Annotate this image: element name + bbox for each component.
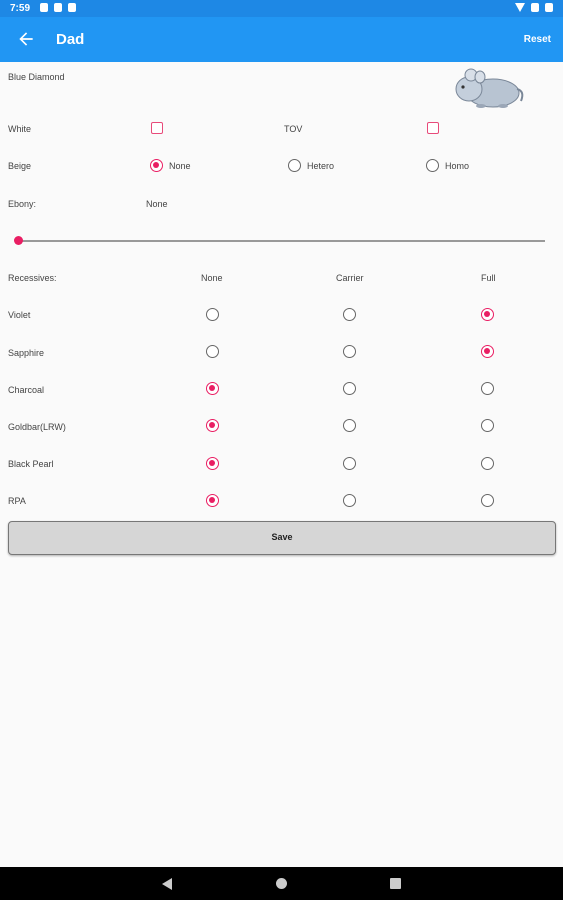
app-bar: Dad Reset (0, 17, 563, 62)
column-none: None (201, 273, 223, 283)
column-carrier: Carrier (336, 273, 364, 283)
row-label-violet: Violet (8, 310, 31, 320)
violet-none-radio[interactable] (206, 308, 219, 321)
reset-button[interactable]: Reset (524, 34, 551, 45)
page-title: Dad (56, 31, 85, 48)
black-pearl-full-radio[interactable] (481, 457, 494, 470)
beige-none-label: None (169, 161, 191, 171)
ebony-label: Ebony: (8, 199, 37, 209)
goldbar-none-radio[interactable] (206, 419, 219, 432)
white-checkbox[interactable] (151, 122, 163, 134)
signal-icon (531, 3, 539, 12)
ebony-value: None (146, 199, 168, 209)
violet-carrier-radio[interactable] (343, 308, 356, 321)
beige-homo-radio[interactable] (426, 159, 439, 172)
nav-home-icon[interactable] (276, 878, 287, 889)
color-label: Blue Diamond (8, 72, 65, 82)
charcoal-none-radio[interactable] (206, 382, 219, 395)
nav-recent-apps-icon[interactable] (390, 878, 401, 889)
recessives-label: Recessives: (8, 273, 57, 283)
column-full: Full (481, 273, 496, 283)
wifi-icon (515, 3, 525, 12)
beige-homo-label: Homo (445, 161, 470, 171)
status-time: 7:59 (10, 3, 31, 14)
row-label-goldbar: Goldbar(LRW) (8, 422, 66, 432)
charcoal-full-radio[interactable] (481, 382, 494, 395)
row-label-black-pearl: Black Pearl (8, 459, 54, 469)
black-pearl-carrier-radio[interactable] (343, 457, 356, 470)
tov-label: TOV (284, 124, 303, 134)
back-arrow-icon[interactable] (16, 29, 36, 49)
sapphire-none-radio[interactable] (206, 345, 219, 358)
row-label-sapphire: Sapphire (8, 348, 45, 358)
ebony-slider-thumb[interactable] (14, 236, 23, 245)
status-bar: 7:59 (0, 0, 563, 17)
beige-hetero-label: Hetero (307, 161, 335, 171)
white-label: White (8, 124, 32, 134)
ebony-slider-track[interactable] (18, 240, 545, 242)
rpa-none-radio[interactable] (206, 494, 219, 507)
system-nav-bar (0, 867, 563, 900)
notification-status-icon (54, 3, 62, 12)
sapphire-carrier-radio[interactable] (343, 345, 356, 358)
beige-none-radio[interactable] (150, 159, 163, 172)
beige-label: Beige (8, 161, 32, 171)
row-label-charcoal: Charcoal (8, 385, 45, 395)
tov-checkbox[interactable] (427, 122, 439, 134)
black-pearl-none-radio[interactable] (206, 457, 219, 470)
violet-full-radio[interactable] (481, 308, 494, 321)
goldbar-carrier-radio[interactable] (343, 419, 356, 432)
rpa-carrier-radio[interactable] (343, 494, 356, 507)
settings-status-icon (40, 3, 48, 12)
chinchilla-icon (455, 68, 524, 108)
save-button[interactable]: Save (8, 521, 556, 555)
sapphire-full-radio[interactable] (481, 345, 494, 358)
beige-hetero-radio[interactable] (288, 159, 301, 172)
goldbar-full-radio[interactable] (481, 419, 494, 432)
row-label-rpa: RPA (8, 496, 26, 506)
sd-card-status-icon (68, 3, 76, 12)
charcoal-carrier-radio[interactable] (343, 382, 356, 395)
nav-back-icon[interactable] (162, 878, 172, 890)
rpa-full-radio[interactable] (481, 494, 494, 507)
battery-icon (545, 3, 553, 12)
